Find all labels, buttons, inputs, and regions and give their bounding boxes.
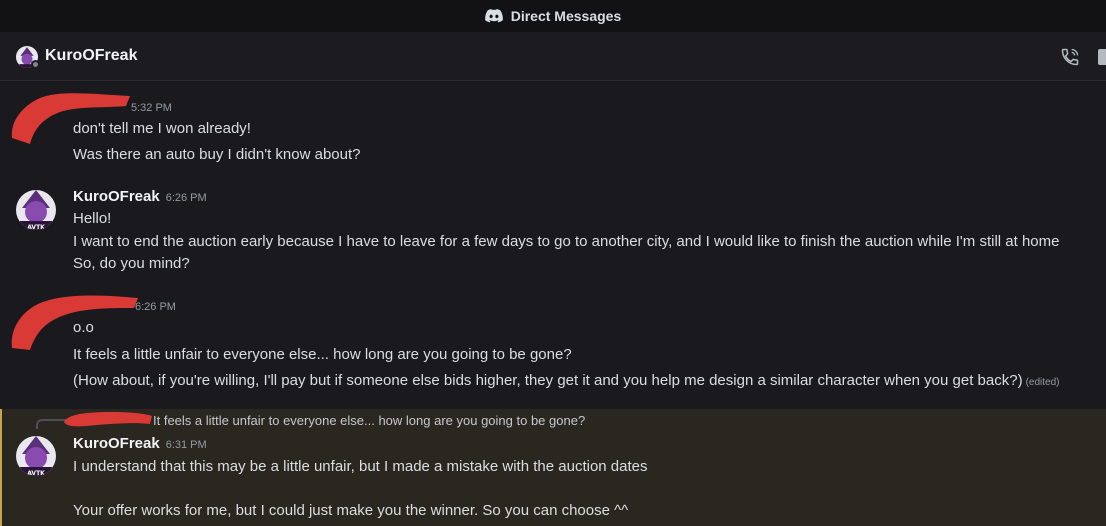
avatar[interactable]: AVTK xyxy=(16,436,56,476)
redaction-mark xyxy=(11,93,130,144)
message-timestamp: 5:32 PM xyxy=(131,102,172,114)
message-text: Your offer works for me, but I could jus… xyxy=(73,502,629,519)
reply-preview[interactable]: It feels a little unfair to everyone els… xyxy=(153,413,585,428)
video-icon[interactable] xyxy=(1098,49,1106,65)
message-text: So, do you mind? xyxy=(73,255,190,272)
message-text: (How about, if you're willing, I'll pay … xyxy=(73,372,1059,389)
message-list: 5:32 PM don't tell me I won already! Was… xyxy=(0,82,1106,526)
call-icon[interactable] xyxy=(1060,47,1080,67)
message-text: I understand that this may be a little u… xyxy=(73,458,648,475)
edited-label: (edited) xyxy=(1025,377,1060,388)
message-text: Was there an auto buy I didn't know abou… xyxy=(73,146,361,163)
message-timestamp: 6:26 PM xyxy=(165,192,207,204)
header-username[interactable]: KuroOFreak xyxy=(45,47,137,65)
dm-header: KuroOFreak xyxy=(0,32,1106,81)
status-indicator xyxy=(31,60,40,69)
message-timestamp: 6:31 PM xyxy=(165,439,207,451)
svg-text:AVTK: AVTK xyxy=(27,224,45,230)
message-text: don't tell me I won already! xyxy=(73,120,251,137)
window-titlebar: Direct Messages xyxy=(0,0,1106,32)
avatar[interactable]: AVTK xyxy=(16,190,56,230)
message-text: o.o xyxy=(73,319,94,336)
message-header: KuroOFreak 6:31 PM xyxy=(73,435,207,452)
discord-icon xyxy=(484,9,503,23)
message-timestamp: 6:26 PM xyxy=(135,301,176,313)
message-text: Hello! xyxy=(73,210,112,227)
message-author[interactable]: KuroOFreak xyxy=(73,435,160,452)
message-header: KuroOFreak 6:26 PM xyxy=(73,188,207,205)
message-text: I want to end the auction early because … xyxy=(73,233,1060,250)
message-text-content: (How about, if you're willing, I'll pay … xyxy=(73,372,1023,389)
message-author[interactable]: KuroOFreak xyxy=(73,188,160,205)
redaction-mark xyxy=(64,412,152,427)
message-text: It feels a little unfair to everyone els… xyxy=(73,346,572,363)
window-title: Direct Messages xyxy=(510,8,622,24)
